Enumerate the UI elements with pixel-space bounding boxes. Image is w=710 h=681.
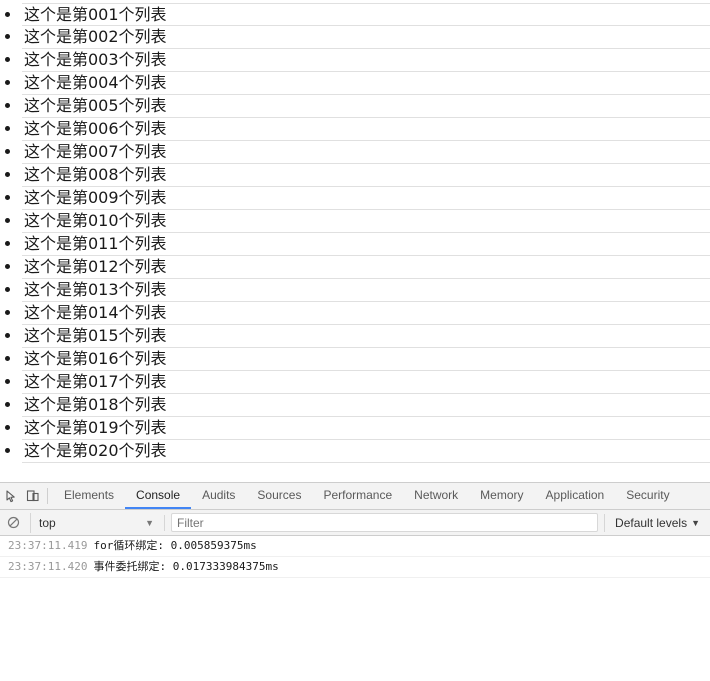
tab-network[interactable]: Network	[403, 483, 469, 509]
filterbar-divider	[164, 514, 165, 531]
list-item-label: 这个是第004个列表	[24, 73, 167, 92]
list-item-label: 这个是第005个列表	[24, 96, 167, 115]
list-item[interactable]: 这个是第005个列表	[22, 95, 710, 118]
toolbar-divider	[47, 488, 48, 504]
execution-context-value: top	[39, 515, 56, 530]
list-item-label: 这个是第010个列表	[24, 211, 167, 230]
console-message-text: 事件委托绑定: 0.017333984375ms	[93, 560, 279, 573]
list-item[interactable]: 这个是第007个列表	[22, 141, 710, 164]
devtools-tabbar: Elements Console Audits Sources Performance N…	[0, 483, 710, 510]
list-item-label: 这个是第009个列表	[24, 188, 167, 207]
list-item[interactable]: 这个是第002个列表	[22, 26, 710, 49]
devtools-tab-list: Elements Console Audits Sources Performance N…	[53, 483, 681, 509]
list-item-label: 这个是第019个列表	[24, 418, 167, 437]
console-message-row: 23:37:11.420 事件委托绑定: 0.017333984375ms	[0, 557, 710, 578]
chevron-down-icon: ▼	[691, 517, 700, 528]
list-item-label: 这个是第003个列表	[24, 50, 167, 69]
list-item[interactable]: 这个是第011个列表	[22, 233, 710, 256]
log-levels-label: Default levels	[615, 515, 688, 530]
list-item[interactable]: 这个是第016个列表	[22, 348, 710, 371]
list-item-label: 这个是第014个列表	[24, 303, 167, 322]
list-item-label: 这个是第020个列表	[24, 441, 167, 460]
device-toolbar-icon[interactable]	[22, 483, 44, 509]
list-item[interactable]: 这个是第004个列表	[22, 72, 710, 95]
list-item[interactable]: 这个是第017个列表	[22, 371, 710, 394]
console-message-row: 23:37:11.419 for循环绑定: 0.005859375ms	[0, 536, 710, 557]
chevron-down-icon: ▼	[145, 517, 154, 528]
list-item-label: 这个是第007个列表	[24, 142, 167, 161]
list-item[interactable]: 这个是第003个列表	[22, 49, 710, 72]
devtools-panel: Elements Console Audits Sources Performance N…	[0, 482, 710, 681]
clear-console-icon[interactable]	[2, 510, 24, 536]
list-item[interactable]: 这个是第014个列表	[22, 302, 710, 325]
list-item[interactable]: 这个是第012个列表	[22, 256, 710, 279]
list-item-label: 这个是第011个列表	[24, 234, 167, 253]
list-item[interactable]: 这个是第010个列表	[22, 210, 710, 233]
execution-context-select[interactable]: top ▼	[30, 512, 158, 533]
console-filter-input[interactable]	[171, 513, 599, 532]
browser-page-viewport: 这个是第001个列表这个是第002个列表这个是第003个列表这个是第004个列表…	[0, 0, 710, 482]
list-item[interactable]: 这个是第018个列表	[22, 394, 710, 417]
console-message-timestamp: 23:37:11.420	[8, 560, 88, 573]
tab-console[interactable]: Console	[125, 483, 192, 509]
console-message-timestamp: 23:37:11.419	[8, 539, 88, 552]
console-filter-toolbar: top ▼ Default levels ▼	[0, 510, 710, 536]
list-item[interactable]: 这个是第009个列表	[22, 187, 710, 210]
list-item[interactable]: 这个是第006个列表	[22, 118, 710, 141]
list-item-label: 这个是第016个列表	[24, 349, 167, 368]
tab-audits[interactable]: Audits	[191, 483, 246, 509]
list-item[interactable]: 这个是第020个列表	[22, 440, 710, 463]
tab-performance[interactable]: Performance	[312, 483, 403, 509]
console-message-text: for循环绑定: 0.005859375ms	[93, 539, 257, 552]
list-item[interactable]: 这个是第015个列表	[22, 325, 710, 348]
list-item-label: 这个是第013个列表	[24, 280, 167, 299]
tab-elements[interactable]: Elements	[53, 483, 125, 509]
tab-memory[interactable]: Memory	[469, 483, 534, 509]
tab-security[interactable]: Security	[615, 483, 680, 509]
list-item[interactable]: 这个是第019个列表	[22, 417, 710, 440]
demo-list: 这个是第001个列表这个是第002个列表这个是第003个列表这个是第004个列表…	[0, 3, 710, 463]
list-item[interactable]: 这个是第008个列表	[22, 164, 710, 187]
list-item-label: 这个是第008个列表	[24, 165, 167, 184]
inspect-element-icon[interactable]	[0, 483, 22, 509]
console-message-list[interactable]: 23:37:11.419 for循环绑定: 0.005859375ms 23:37:…	[0, 536, 710, 680]
list-item[interactable]: 这个是第001个列表	[22, 3, 710, 26]
list-item[interactable]: 这个是第013个列表	[22, 279, 710, 302]
list-item-label: 这个是第012个列表	[24, 257, 167, 276]
list-item-label: 这个是第017个列表	[24, 372, 167, 391]
log-levels-select[interactable]: Default levels ▼	[604, 513, 706, 532]
tab-application[interactable]: Application	[535, 483, 616, 509]
list-item-label: 这个是第015个列表	[24, 326, 167, 345]
list-item-label: 这个是第018个列表	[24, 395, 167, 414]
list-item-label: 这个是第006个列表	[24, 119, 167, 138]
tab-sources[interactable]: Sources	[246, 483, 312, 509]
list-item-label: 这个是第002个列表	[24, 27, 167, 46]
list-item-label: 这个是第001个列表	[24, 5, 167, 24]
